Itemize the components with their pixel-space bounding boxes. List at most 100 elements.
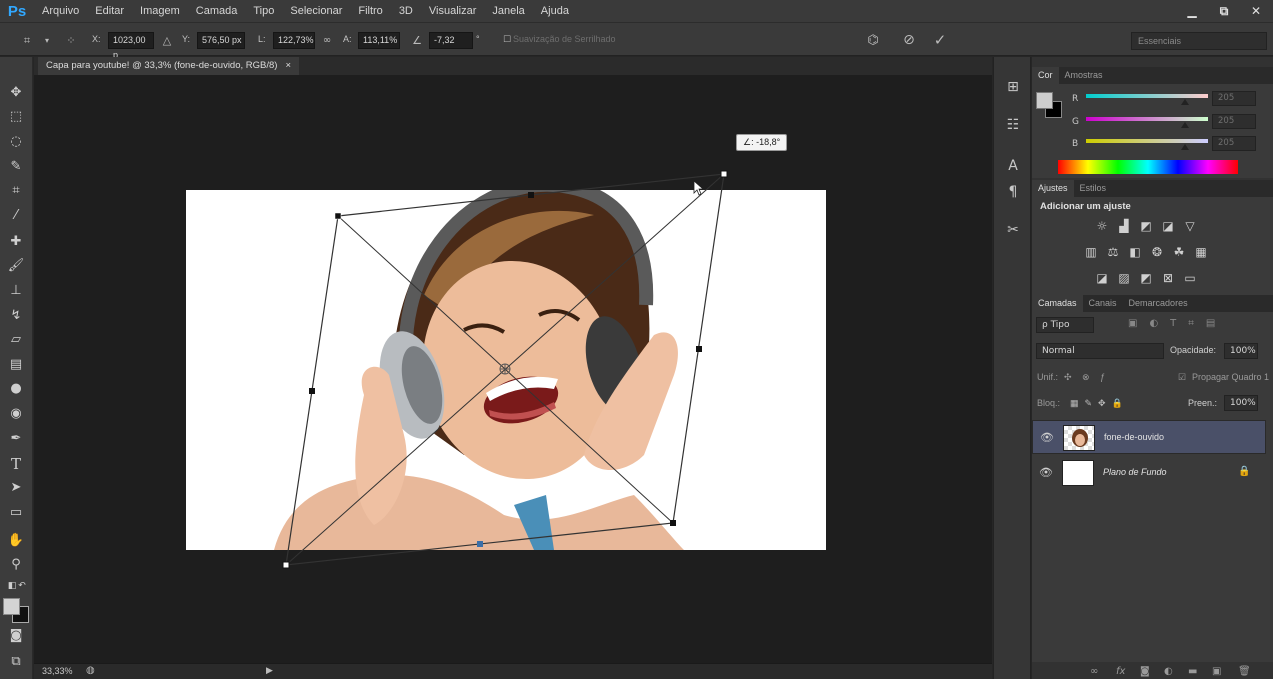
channel-mixer-icon[interactable]: ☘ <box>1171 245 1187 259</box>
zoom-level[interactable]: 33,33% <box>42 666 73 676</box>
blur-tool-icon[interactable]: ● <box>6 379 26 399</box>
layer-style-icon[interactable]: fx <box>1116 666 1125 677</box>
b-slider[interactable] <box>1086 139 1208 143</box>
marquee-tool-icon[interactable]: ⬚ <box>6 107 26 127</box>
exposure-icon[interactable]: ◪ <box>1160 219 1176 233</box>
g-slider[interactable] <box>1086 117 1208 121</box>
new-layer-icon[interactable]: ▣ <box>1212 666 1221 677</box>
transform-handle[interactable] <box>282 561 290 569</box>
propagate-checkbox[interactable]: ☑ <box>1178 372 1186 383</box>
lock-icons[interactable]: ▦✎✥🔒 <box>1070 398 1129 409</box>
transform-handle[interactable] <box>309 388 315 394</box>
transform-handle[interactable] <box>696 346 702 352</box>
new-adjustment-layer-icon[interactable]: ◐ <box>1164 666 1173 677</box>
menu-editar[interactable]: Editar <box>87 0 132 22</box>
gradient-tool-icon[interactable]: ▤ <box>6 355 26 375</box>
dodge-tool-icon[interactable]: ◉ <box>6 404 26 424</box>
layer-name[interactable]: fone-de-ouvido <box>1104 432 1164 442</box>
character-panel-icon[interactable]: A <box>1003 156 1023 176</box>
opacity-field[interactable]: 100% <box>1224 343 1258 359</box>
height-percent-field[interactable]: 113,11% <box>358 32 400 49</box>
tab-ajustes[interactable]: Ajustes <box>1032 180 1074 197</box>
relative-position-icon[interactable]: △ <box>158 32 176 49</box>
b-value-field[interactable]: 205 <box>1212 136 1256 151</box>
transform-handle[interactable] <box>720 170 728 178</box>
g-slider-thumb[interactable] <box>1181 122 1189 128</box>
color-spectrum-bar[interactable] <box>1058 160 1238 174</box>
crop-tool-icon[interactable]: ⌗ <box>6 181 26 201</box>
type-tool-icon[interactable]: T <box>6 454 26 474</box>
properties-panel-icon[interactable]: ☷ <box>1003 115 1023 135</box>
minimize-button[interactable]: ▁ <box>1183 4 1201 18</box>
paragraph-panel-icon[interactable]: ¶ <box>1003 182 1023 202</box>
quick-mask-icon[interactable]: ◙ <box>6 626 26 646</box>
eraser-tool-icon[interactable]: ▱ <box>6 330 26 350</box>
menu-camada[interactable]: Camada <box>188 0 246 22</box>
menu-visualizar[interactable]: Visualizar <box>421 0 485 22</box>
selective-color-icon[interactable]: ⊠ <box>1160 271 1176 285</box>
workspace-select[interactable]: Essenciais <box>1131 32 1267 50</box>
tool-presets-panel-icon[interactable]: ✂ <box>1003 220 1023 240</box>
posterize-icon[interactable]: ▨ <box>1116 271 1132 285</box>
brush-tool-icon[interactable]: 🖌 <box>6 256 26 276</box>
curves-icon[interactable]: ◩ <box>1138 219 1154 233</box>
commit-transform-icon[interactable]: ✓ <box>931 32 949 49</box>
new-group-icon[interactable]: ▬ <box>1188 666 1197 677</box>
transform-handle[interactable] <box>528 192 534 198</box>
b-slider-thumb[interactable] <box>1181 144 1189 150</box>
layer-row[interactable]: 👁 Plano de Fundo 🔒 <box>1032 456 1266 490</box>
transform-handle[interactable] <box>334 212 342 220</box>
healing-brush-tool-icon[interactable]: ✚ <box>6 232 26 252</box>
status-info-icon[interactable]: ◍ <box>86 665 95 676</box>
transform-tool-icon[interactable]: ⌗ <box>18 32 36 49</box>
status-menu-arrow-icon[interactable]: ▶ <box>266 666 273 676</box>
visibility-eye-icon[interactable]: 👁 <box>1039 466 1053 479</box>
r-slider-thumb[interactable] <box>1181 99 1189 105</box>
brightness-contrast-icon[interactable]: ☼ <box>1094 219 1110 233</box>
document-tab[interactable]: Capa para youtube! @ 33,3% (fone-de-ouvi… <box>38 57 300 75</box>
vibrance-icon[interactable]: ▽ <box>1182 219 1198 233</box>
fill-field[interactable]: 100% <box>1224 395 1258 411</box>
hue-saturation-icon[interactable]: ▥ <box>1083 245 1099 259</box>
r-slider[interactable] <box>1086 94 1208 98</box>
menu-imagem[interactable]: Imagem <box>132 0 188 22</box>
foreground-color-swatch[interactable] <box>3 598 20 615</box>
hand-tool-icon[interactable]: ✋ <box>6 531 26 551</box>
warp-mode-icon[interactable]: ⌬ <box>864 32 882 49</box>
pen-tool-icon[interactable]: ✒ <box>6 429 26 449</box>
move-tool-icon[interactable]: ✥ <box>6 83 26 103</box>
g-value-field[interactable]: 205 <box>1212 114 1256 129</box>
unify-icons[interactable]: ✣ ⊗ ƒ <box>1064 372 1109 383</box>
layer-image[interactable] <box>34 75 992 663</box>
restore-button[interactable]: ⧉ <box>1215 4 1233 19</box>
close-window-button[interactable]: ✕ <box>1247 4 1265 18</box>
tab-estilos[interactable]: Estilos <box>1074 180 1113 197</box>
layer-filter-icons[interactable]: ▣◐T⌗▤ <box>1128 318 1227 329</box>
menu-filtro[interactable]: Filtro <box>350 0 390 22</box>
history-panel-icon[interactable]: ⊞ <box>1003 77 1023 97</box>
tab-demarcadores[interactable]: Demarcadores <box>1123 295 1194 312</box>
gradient-map-icon[interactable]: ▭ <box>1182 271 1198 285</box>
zoom-tool-icon[interactable]: ⚲ <box>6 555 26 575</box>
levels-icon[interactable]: ▟ <box>1116 219 1132 233</box>
menu-janela[interactable]: Janela <box>484 0 532 22</box>
menu-tipo[interactable]: Tipo <box>245 0 282 22</box>
swap-colors-icon[interactable]: ↶ <box>12 576 32 596</box>
add-mask-icon[interactable]: ◙ <box>1140 666 1150 677</box>
transform-handle[interactable] <box>477 541 483 547</box>
reference-point-icon[interactable]: ⁘ <box>62 32 80 49</box>
menu-arquivo[interactable]: Arquivo <box>34 0 87 22</box>
color-lookup-icon[interactable]: ▦ <box>1193 245 1209 259</box>
rotate-angle-field[interactable]: -7,32 <box>429 32 473 49</box>
path-selection-tool-icon[interactable]: ➤ <box>6 478 26 498</box>
tab-canais[interactable]: Canais <box>1083 295 1123 312</box>
rectangle-tool-icon[interactable]: ▭ <box>6 503 26 523</box>
menu-selecionar[interactable]: Selecionar <box>282 0 350 22</box>
tab-camadas[interactable]: Camadas <box>1032 295 1083 312</box>
layer-name[interactable]: Plano de Fundo <box>1103 467 1167 477</box>
color-panel-foreground-swatch[interactable] <box>1036 92 1053 109</box>
history-brush-tool-icon[interactable]: ↯ <box>6 306 26 326</box>
menu-3d[interactable]: 3D <box>391 0 421 22</box>
screen-mode-icon[interactable]: ⧉ <box>6 652 26 672</box>
tool-preset-chevron-icon[interactable]: ▾ <box>38 32 56 49</box>
